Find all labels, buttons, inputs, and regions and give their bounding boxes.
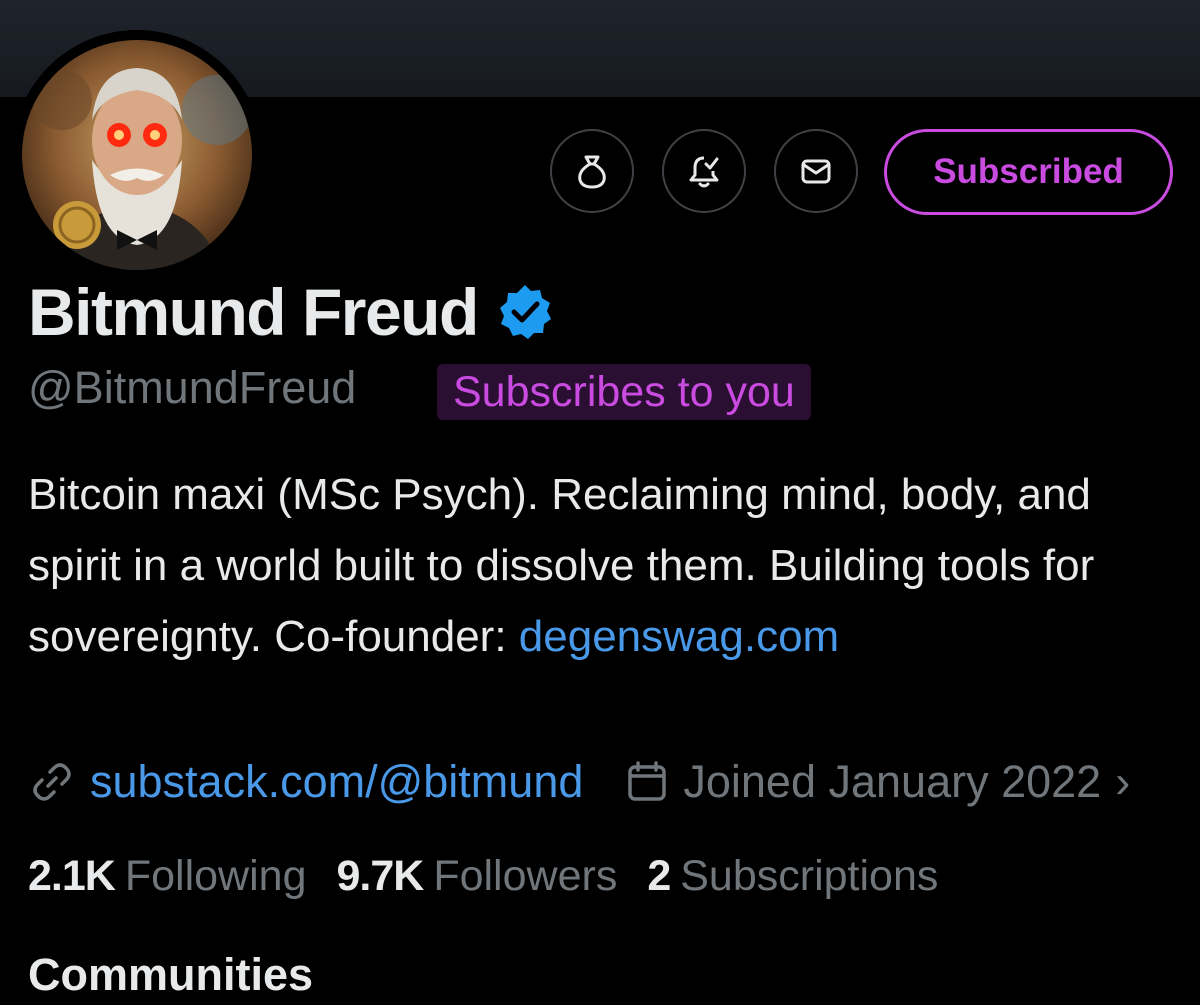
message-button[interactable] xyxy=(774,129,858,213)
profile-meta: substack.com/@bitmund Joined January 202… xyxy=(28,752,1130,812)
money-bag-icon xyxy=(578,155,606,189)
bell-check-icon xyxy=(689,156,719,188)
avatar-image xyxy=(22,40,252,270)
avatar[interactable] xyxy=(22,40,252,270)
subscriptions-label: Subscriptions xyxy=(680,851,939,900)
followers-link[interactable]: 9.7K Followers xyxy=(336,852,617,901)
profile-bio: Bitcoin maxi (MSc Psych). Reclaiming min… xyxy=(28,459,1188,672)
joined-date: Joined January 2022 xyxy=(683,756,1102,807)
following-count: 2.1K xyxy=(28,851,116,900)
subscriptions-link[interactable]: 2 Subscriptions xyxy=(647,852,938,901)
verified-badge-icon[interactable] xyxy=(496,283,554,341)
subscriptions-count: 2 xyxy=(647,851,671,900)
display-name: Bitmund Freud xyxy=(28,275,479,349)
tip-button[interactable] xyxy=(550,129,634,213)
chevron-right-icon[interactable]: › xyxy=(1115,756,1130,808)
subscribed-button[interactable]: Subscribed xyxy=(884,129,1173,215)
website-link[interactable]: substack.com/@bitmund xyxy=(90,756,583,808)
link-icon xyxy=(33,763,71,801)
bio-link[interactable]: degenswag.com xyxy=(519,612,839,661)
calendar-icon xyxy=(628,761,667,801)
envelope-icon xyxy=(801,159,831,184)
subscribes-to-you-badge: Subscribes to you xyxy=(437,364,811,420)
following-link[interactable]: 2.1K Following xyxy=(28,852,306,901)
profile-handle: @BitmundFreud xyxy=(28,362,357,413)
profile-stats: 2.1K Following 9.7K Followers 2 Subscriptio… xyxy=(28,846,968,906)
notifications-button[interactable] xyxy=(662,129,746,213)
profile-name: Bitmund Freud xyxy=(28,272,554,352)
following-label: Following xyxy=(124,851,307,900)
followers-count: 9.7K xyxy=(336,851,424,900)
followers-label: Followers xyxy=(433,851,618,900)
communities-heading[interactable]: Communities xyxy=(28,945,313,1005)
